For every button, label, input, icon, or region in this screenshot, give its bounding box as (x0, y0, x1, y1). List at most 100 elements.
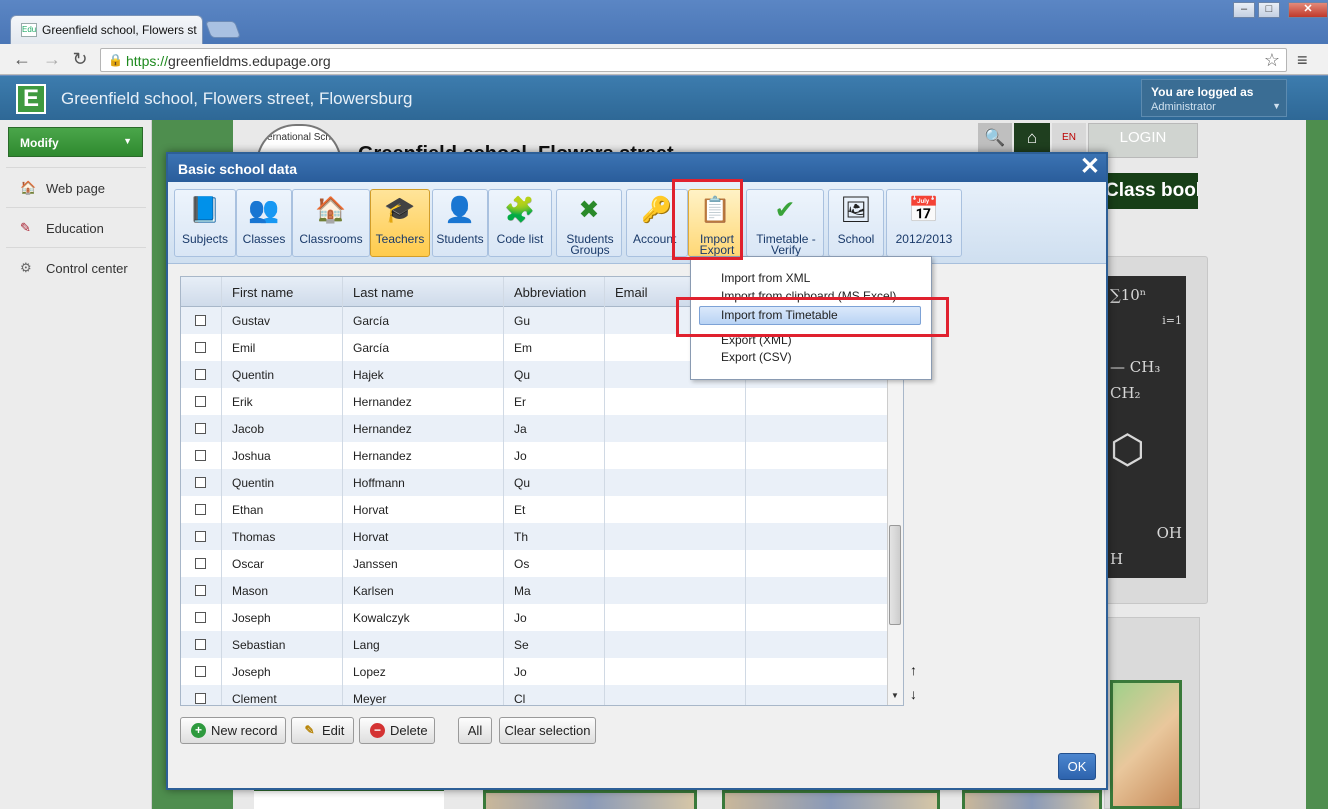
row-checkbox[interactable] (195, 315, 206, 326)
account-icon: 🔑 (641, 196, 673, 224)
row-checkbox[interactable] (195, 558, 206, 569)
user-role: Administrator (1151, 101, 1216, 113)
row-checkbox[interactable] (195, 342, 206, 353)
maximize-button[interactable]: □ (1258, 2, 1280, 18)
table-row[interactable]: Mason Karlsen Ma (181, 577, 887, 604)
edit-label: Edit (322, 723, 345, 738)
flag-icon[interactable]: EN (1052, 123, 1086, 153)
browser-tab[interactable]: Edu Greenfield school, Flowers st (10, 15, 203, 44)
row-checkbox[interactable] (195, 477, 206, 488)
back-icon[interactable]: ← (12, 50, 32, 70)
delete-button[interactable]: − Delete (359, 717, 435, 744)
favicon-icon: Edu (21, 23, 37, 37)
tab-school[interactable]: 🖼 School (828, 189, 884, 257)
cell-first-name: Gustav (232, 314, 271, 328)
new-record-button[interactable]: + New record (180, 717, 286, 744)
tab-timetable-verify[interactable]: ✔ Timetable - Verify (746, 189, 824, 257)
sidebar-item-control-center[interactable]: ⚙ Control center (6, 247, 146, 285)
row-checkbox[interactable] (195, 666, 206, 677)
tab-classes[interactable]: 👥 Classes (236, 189, 292, 257)
tab-students[interactable]: 👤 Students (432, 189, 488, 257)
tab-school-year[interactable]: 📅 2012/2013 (886, 189, 962, 257)
tab-teachers[interactable]: 🎓 Teachers (370, 189, 430, 257)
edupage-logo-icon[interactable]: E (16, 84, 46, 114)
row-checkbox[interactable] (195, 531, 206, 542)
row-checkbox[interactable] (195, 396, 206, 407)
cell-first-name: Joseph (232, 665, 271, 679)
cell-first-name: Quentin (232, 476, 275, 490)
cell-last-name: Hernandez (353, 395, 412, 409)
column-header-first-name[interactable]: First name (232, 285, 293, 300)
modify-label: Modify (20, 136, 59, 150)
cell-abbreviation: Et (514, 503, 526, 517)
table-row[interactable]: Oscar Janssen Os (181, 550, 887, 577)
window-close-button[interactable]: ✕ (1288, 2, 1328, 18)
table-row[interactable]: Joshua Hernandez Jo (181, 442, 887, 469)
close-icon[interactable]: ✕ (1080, 154, 1100, 180)
table-row[interactable]: Jacob Hernandez Ja (181, 415, 887, 442)
cell-abbreviation: Ja (514, 422, 527, 436)
table-row[interactable]: Quentin Hoffmann Qu (181, 469, 887, 496)
menu-item-import-xml[interactable]: Import from XML (721, 271, 810, 285)
select-all-button[interactable]: All (458, 717, 492, 744)
row-checkbox[interactable] (195, 585, 206, 596)
cell-last-name: Horvat (353, 530, 389, 544)
reload-icon[interactable]: ↻ (70, 50, 90, 70)
row-checkbox[interactable] (195, 369, 206, 380)
new-tab-button[interactable] (204, 21, 242, 38)
gallery-photo (962, 790, 1102, 809)
edit-button[interactable]: ✎ Edit (291, 717, 354, 744)
minimize-button[interactable]: – (1233, 2, 1255, 18)
cell-abbreviation: Gu (514, 314, 531, 328)
students-photo (1110, 680, 1182, 809)
ok-button[interactable]: OK (1058, 753, 1096, 780)
table-row[interactable]: Sebastian Lang Se (181, 631, 887, 658)
move-up-icon[interactable]: ↑ (910, 662, 917, 678)
address-bar[interactable]: 🔒 https://greenfieldms.edupage.org ☆ (100, 48, 1287, 72)
menu-item-export-csv[interactable]: Export (CSV) (721, 350, 792, 364)
tab-code-list[interactable]: 🧩 Code list (488, 189, 552, 257)
row-checkbox[interactable] (195, 423, 206, 434)
table-row[interactable]: Ethan Horvat Et (181, 496, 887, 523)
cell-first-name: Joseph (232, 611, 271, 625)
row-checkbox[interactable] (195, 450, 206, 461)
dialog-title-bar: Basic school data ✕ (168, 154, 1106, 182)
user-menu[interactable]: You are logged as Administrator ▼ (1141, 79, 1287, 117)
bookmark-star-icon[interactable]: ☆ (1264, 50, 1280, 71)
cell-first-name: Jacob (232, 422, 265, 436)
row-checkbox[interactable] (195, 639, 206, 650)
table-row[interactable]: Erik Hernandez Er (181, 388, 887, 415)
delete-label: Delete (390, 723, 428, 738)
browser-menu-icon[interactable]: ≡ (1297, 50, 1308, 71)
home-icon[interactable]: ⌂ (1014, 123, 1050, 153)
table-row[interactable]: Thomas Horvat Th (181, 523, 887, 550)
class-book-banner[interactable]: Class book (1105, 173, 1198, 209)
cell-first-name: Oscar (232, 557, 265, 571)
scrollbar-thumb[interactable] (889, 525, 901, 625)
modify-button[interactable]: Modify ▼ (8, 127, 143, 157)
dialog-toolbar: 📘 Subjects 👥 Classes 🏠 Classrooms 🎓 Teac… (168, 182, 1106, 264)
column-header-email[interactable]: Email (615, 285, 648, 300)
column-header-abbreviation[interactable]: Abbreviation (514, 285, 586, 300)
scroll-down-icon[interactable]: ▼ (889, 691, 901, 705)
table-row[interactable]: Joseph Kowalczyk Jo (181, 604, 887, 631)
table-row[interactable]: Clement Meyer Cl (181, 685, 887, 705)
column-header-last-name[interactable]: Last name (353, 285, 414, 300)
tab-subjects[interactable]: 📘 Subjects (174, 189, 236, 257)
sidebar-item-education[interactable]: ✎ Education (6, 207, 146, 245)
move-down-icon[interactable]: ↓ (910, 686, 917, 702)
cell-first-name: Ethan (232, 503, 264, 517)
row-checkbox[interactable] (195, 612, 206, 623)
search-icon[interactable]: 🔍 (978, 123, 1012, 153)
cell-abbreviation: Qu (514, 476, 531, 490)
annotation-box-import-export (672, 179, 743, 260)
row-checkbox[interactable] (195, 693, 206, 704)
table-row[interactable]: Joseph Lopez Jo (181, 658, 887, 685)
tab-label: School (837, 232, 875, 246)
tab-classrooms[interactable]: 🏠 Classrooms (292, 189, 370, 257)
row-checkbox[interactable] (195, 504, 206, 515)
clear-selection-button[interactable]: Clear selection (499, 717, 596, 744)
forward-icon[interactable]: → (42, 50, 62, 70)
tab-students-groups[interactable]: ✖ Students Groups (556, 189, 622, 257)
sidebar-item-web-page[interactable]: 🏠 Web page (6, 167, 146, 205)
